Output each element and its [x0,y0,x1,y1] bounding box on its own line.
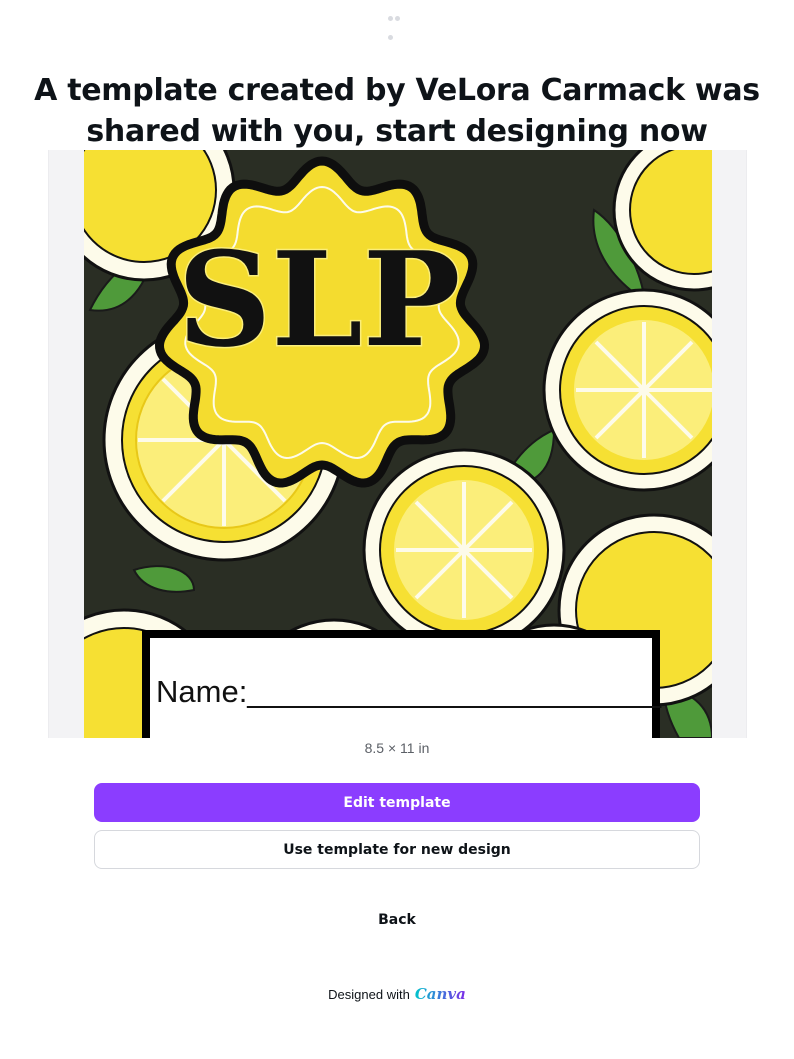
name-box: Name:________________________ [142,630,662,738]
page-title: A template created by VeLora Carmack was… [34,73,760,149]
edit-template-button[interactable]: Edit template [94,783,700,822]
back-button[interactable]: Back [357,905,437,935]
use-template-button[interactable]: Use template for new design [94,830,700,869]
drag-handle [388,6,408,40]
designed-with-text: Designed with [328,986,410,1002]
template-size-label: 8.5 × 11 in [364,740,430,756]
template-preview[interactable]: SLP Name:________________________ [48,150,747,738]
name-line: Name:________________________ [156,674,662,709]
template-thumbnail: SLP Name:________________________ [84,150,712,738]
canva-logo[interactable]: Canva [415,985,466,1003]
footer-credit: Designed with Canva [0,982,794,1006]
badge-text: SLP [177,223,460,376]
